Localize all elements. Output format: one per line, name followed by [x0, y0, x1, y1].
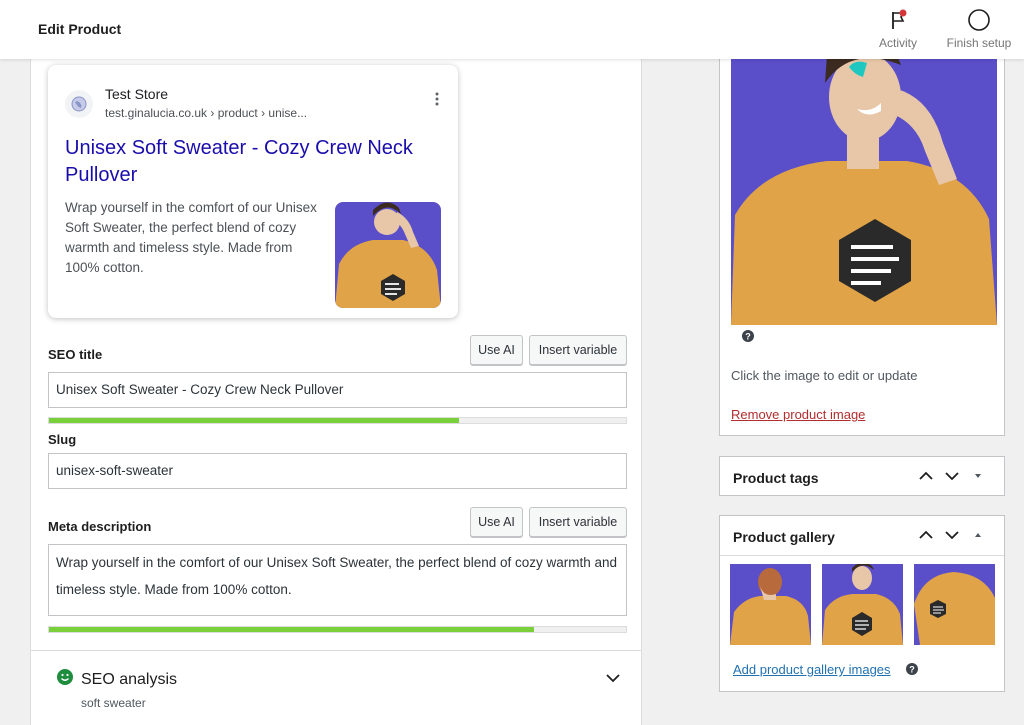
gallery-image[interactable]	[730, 564, 811, 645]
top-bar: Edit Product Activity Finish setup	[0, 0, 1024, 59]
seo-panel: Test Store test.ginalucia.co.uk › produc…	[30, 59, 642, 725]
product-tags-header[interactable]: Product tags	[720, 457, 1004, 497]
product-image[interactable]	[731, 59, 997, 325]
help-icon[interactable]: ?	[906, 663, 918, 675]
page-title: Edit Product	[38, 21, 122, 37]
move-down-icon[interactable]	[944, 528, 960, 542]
more-options-icon[interactable]	[434, 92, 440, 106]
seo-title-input[interactable]: Unisex Soft Sweater - Cozy Crew Neck Pul…	[48, 372, 627, 408]
finish-setup-label: Finish setup	[946, 36, 1012, 50]
globe-icon	[65, 90, 93, 118]
gallery-thumbnails	[730, 564, 995, 645]
meta-description-label: Meta description	[48, 519, 152, 534]
preview-url: test.ginalucia.co.uk › product › unise..…	[105, 106, 308, 120]
preview-title[interactable]: Unisex Soft Sweater - Cozy Crew Neck Pul…	[65, 135, 445, 189]
seo-title-progress	[48, 417, 627, 424]
preview-thumbnail	[335, 202, 441, 308]
flag-icon	[892, 9, 907, 29]
preview-description: Wrap yourself in the comfort of our Unis…	[65, 200, 317, 275]
product-gallery-box: Product gallery Add product gallery imag…	[719, 515, 1005, 692]
seo-analysis-title: SEO analysis	[81, 671, 178, 688]
smiley-icon	[57, 669, 73, 685]
product-tags-title: Product tags	[733, 470, 819, 486]
product-tags-box: Product tags	[719, 456, 1005, 496]
meta-description-use-ai-button[interactable]: Use AI	[470, 507, 523, 537]
chevron-down-icon[interactable]	[606, 673, 620, 683]
help-icon[interactable]: ?	[742, 330, 754, 342]
move-up-icon[interactable]	[918, 528, 934, 542]
google-preview-card: Test Store test.ginalucia.co.uk › produc…	[48, 65, 458, 318]
gallery-image[interactable]	[822, 564, 903, 645]
seo-title-insert-variable-button[interactable]: Insert variable	[529, 335, 627, 365]
seo-analysis-keyphrase: soft sweater	[81, 696, 146, 710]
seo-title-label: SEO title	[48, 347, 103, 362]
finish-setup-button[interactable]: Finish setup	[941, 8, 1017, 50]
product-gallery-header[interactable]: Product gallery	[720, 516, 1004, 556]
seo-title-progress-fill	[49, 418, 459, 423]
meta-description-input[interactable]: Wrap yourself in the comfort of our Unis…	[48, 544, 627, 616]
slug-label: Slug	[48, 432, 77, 447]
product-gallery-title: Product gallery	[733, 529, 835, 545]
remove-product-image-link[interactable]: Remove product image	[731, 407, 865, 422]
seo-analysis-section[interactable]: SEO analysis soft sweater	[31, 650, 641, 725]
meta-description-progress-fill	[49, 627, 534, 632]
toggle-panel-icon[interactable]	[970, 528, 986, 542]
product-image-box: ? Click the image to edit or update Remo…	[719, 59, 1005, 436]
slug-input[interactable]: unisex-soft-sweater	[48, 453, 627, 489]
meta-description-insert-variable-button[interactable]: Insert variable	[529, 507, 627, 537]
move-down-icon[interactable]	[944, 469, 960, 483]
svg-text:?: ?	[745, 332, 751, 342]
image-edit-hint: Click the image to edit or update	[731, 368, 918, 383]
progress-circle-icon	[968, 9, 990, 31]
activity-button[interactable]: Activity	[873, 8, 923, 50]
gallery-image[interactable]	[914, 564, 995, 645]
activity-label: Activity	[878, 36, 917, 50]
svg-text:?: ?	[909, 665, 915, 675]
seo-title-use-ai-button[interactable]: Use AI	[470, 335, 523, 365]
move-up-icon[interactable]	[918, 469, 934, 483]
add-gallery-images-link[interactable]: Add product gallery images	[733, 662, 891, 677]
meta-description-progress	[48, 626, 627, 633]
preview-store-name: Test Store	[105, 86, 169, 102]
toggle-panel-icon[interactable]	[970, 469, 986, 483]
